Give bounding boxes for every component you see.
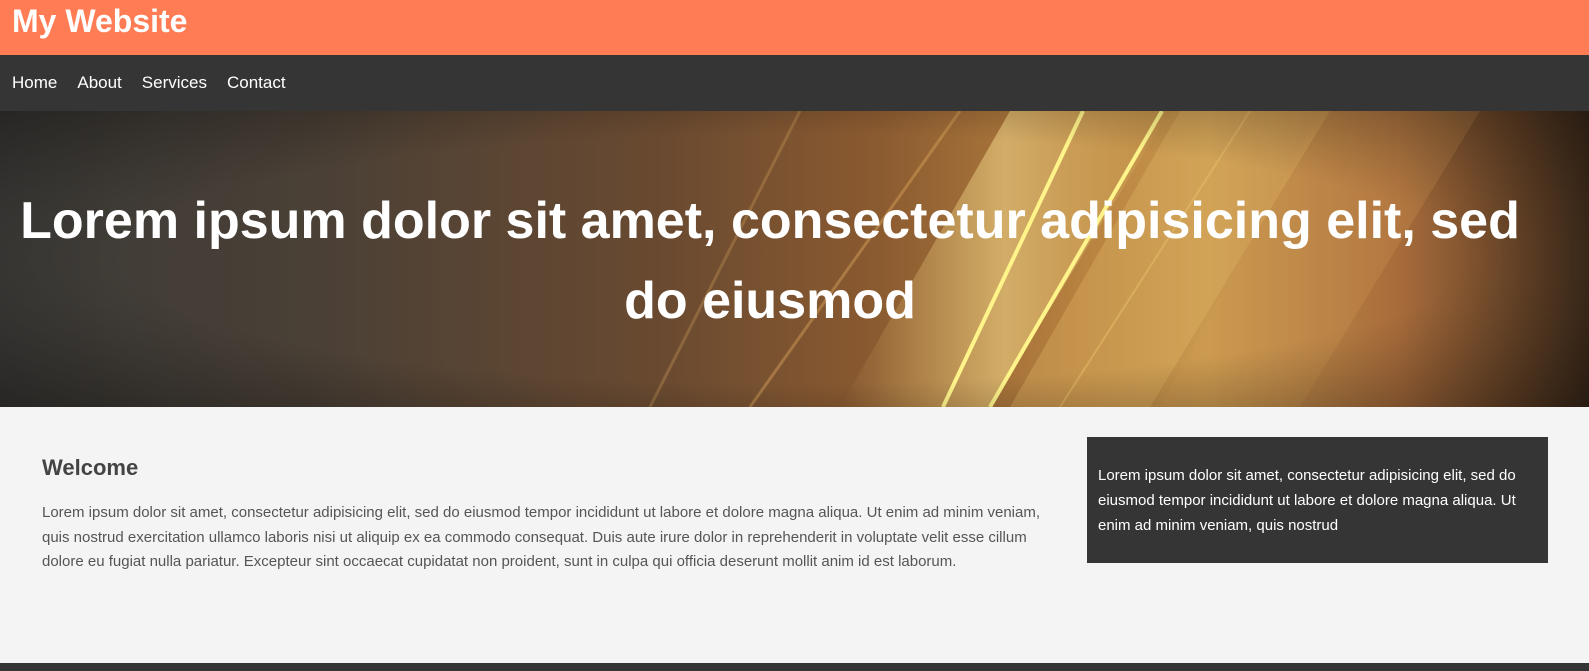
main-content: Welcome Lorem ipsum dolor sit amet, cons… [0, 407, 1589, 655]
nav-link-services[interactable]: Services [142, 55, 207, 111]
hero-heading: Lorem ipsum dolor sit amet, consectetur … [20, 192, 1520, 330]
hero-banner: Lorem ipsum dolor sit amet, consectetur … [0, 111, 1589, 407]
site-title: My Website [12, 3, 188, 39]
site-footer [0, 663, 1589, 671]
nav-link-about[interactable]: About [77, 55, 121, 111]
nav-link-contact[interactable]: Contact [227, 55, 286, 111]
site-header: My Website [0, 0, 1589, 55]
main-nav: Home About Services Contact [0, 55, 1589, 111]
sidebar-box: Lorem ipsum dolor sit amet, consectetur … [1087, 437, 1548, 563]
welcome-body: Lorem ipsum dolor sit amet, consectetur … [42, 504, 1040, 570]
welcome-heading: Welcome [42, 455, 139, 480]
nav-link-home[interactable]: Home [12, 55, 57, 111]
sidebar-text: Lorem ipsum dolor sit amet, consectetur … [1098, 467, 1516, 534]
welcome-section: Welcome Lorem ipsum dolor sit amet, cons… [42, 455, 1042, 575]
